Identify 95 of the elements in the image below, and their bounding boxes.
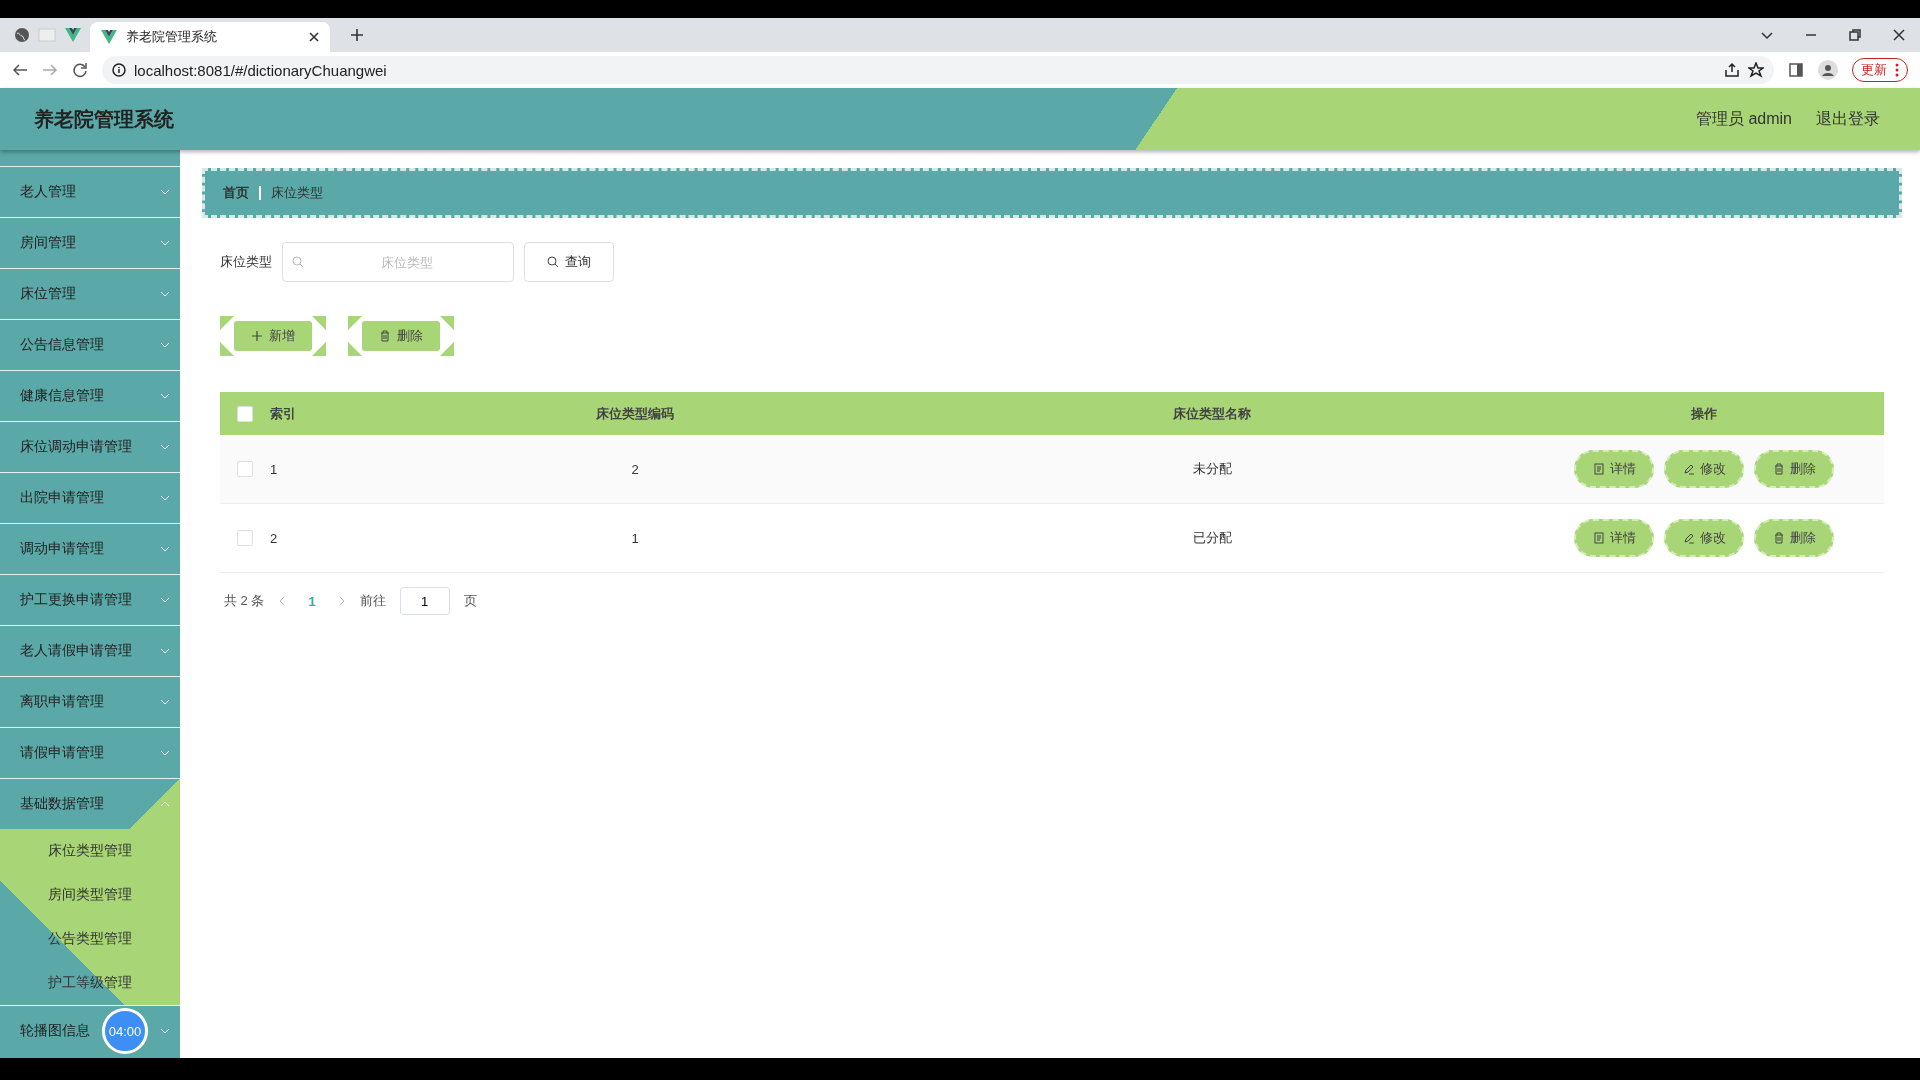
page-unit: 页 [463,592,477,610]
menu-label: 请假申请管理 [20,744,104,762]
goto-label: 前往 [359,592,386,610]
admin-username: 管理员 admin [1695,108,1792,129]
restore-icon[interactable] [1848,28,1862,42]
sidebar-menu-item[interactable]: 基础数据管理 [0,778,180,829]
table-cell-text: 1 [630,530,640,546]
chevron-down-icon [160,544,170,554]
close-icon[interactable] [1892,28,1906,42]
menu-label: 基础数据管理 [20,795,104,813]
menu-label: 老人请假申请管理 [20,642,132,660]
chevron-down-icon [160,340,170,350]
chevron-down-icon [160,187,170,197]
chevron-down-icon [160,646,170,656]
chevron-down-icon [160,289,170,299]
details-button[interactable]: 详情 [1574,519,1654,557]
menu-label: 床位调动申请管理 [20,438,132,456]
more-icon [1895,63,1899,77]
browser-tab[interactable]: 养老院管理系统 [90,22,330,52]
trash-icon [1772,463,1785,475]
side-panel-icon[interactable] [1788,62,1804,78]
row-checkbox[interactable] [237,530,253,546]
new-tab-icon[interactable] [350,28,364,42]
tab-title: 养老院管理系统 [126,28,218,46]
chevron-down-icon [160,748,170,758]
menu-label: 公告信息管理 [20,336,104,354]
document-icon [1592,463,1605,475]
table-cell-text: 未分配 [1191,460,1233,478]
breadcrumb-link[interactable]: 首页 [223,184,249,202]
search-label: 床位类型 [220,253,272,271]
plus-icon [251,330,263,342]
address-bar[interactable]: localhost:8081/#/dictionaryChuangwei [102,56,1774,84]
update-button[interactable]: 更新 [1852,58,1908,82]
search-icon [292,256,304,268]
info-icon[interactable] [112,63,126,77]
menu-label: 护工更换申请管理 [20,591,132,609]
pencil-icon [1682,463,1695,475]
globe-icon[interactable] [14,27,30,43]
menu-label: 出院申请管理 [20,489,104,507]
logout-link[interactable]: 退出登录 [1816,108,1880,130]
star-icon[interactable] [1748,62,1764,78]
menu-label: 离职申请管理 [20,693,104,711]
app-title: 养老院管理系统 [34,106,175,132]
page-input[interactable]: 1 [399,587,450,615]
menu-label: 轮播图信息 [20,1022,90,1040]
table-cell-text: 已分配 [1191,529,1233,547]
submenu-item[interactable]: 床位类型管理 [0,829,180,873]
submenu-item[interactable]: 护工等级管理 [0,961,180,1005]
vue-logo-icon[interactable] [64,26,82,44]
search-field[interactable]: 床位类型 [282,242,514,282]
menu-label: 老人管理 [20,183,76,201]
details-button[interactable]: 详情 [1574,450,1654,488]
menu-label: 健康信息管理 [20,387,104,405]
document-icon [1592,532,1605,544]
share-icon[interactable] [1724,62,1740,78]
url-text: localhost:8081/#/dictionaryChuangwei [134,61,387,79]
chevron-down-icon [160,697,170,707]
total-count: 共 2 条 [224,592,265,610]
reload-icon[interactable] [72,62,88,78]
chevron-down-icon [160,493,170,503]
column-header: 操作 [1690,404,1718,423]
back-arrow-icon[interactable] [12,62,28,78]
menu-label: 床位管理 [20,285,76,303]
chevron-down-icon [160,391,170,401]
edit-button[interactable]: 修改 [1664,519,1744,557]
menu-label: 调动申请管理 [20,540,104,558]
column-header: 床位类型编码 [595,404,675,423]
trash-icon [379,330,391,342]
select-all-checkbox[interactable] [237,405,253,422]
column-header: 索引 [270,404,297,423]
breadcrumb-current: 床位类型 [271,184,323,202]
chevron-down-icon [160,595,170,605]
column-header: 床位类型名称 [1172,404,1252,423]
profile-icon[interactable] [1818,60,1838,80]
menu-label: 房间管理 [20,234,76,252]
delete-button[interactable]: 删除 [1754,519,1834,557]
row-checkbox[interactable] [237,461,253,477]
table-cell-text: 1 [270,461,279,477]
edit-button[interactable]: 修改 [1664,450,1744,488]
table-cell-text: 2 [630,461,640,477]
chevron-down-icon [160,238,170,248]
chevron-down-icon [160,442,170,452]
query-button[interactable]: 查询 [524,242,614,282]
search-icon [547,256,559,268]
delete-button[interactable]: 删除 [1754,450,1834,488]
pencil-icon [1682,532,1695,544]
table-cell-text: 2 [270,530,279,546]
submenu-item[interactable]: 公告类型管理 [0,917,180,961]
close-icon[interactable] [308,31,320,43]
chevron-up-icon [160,799,170,809]
chevron-down-icon [160,1026,170,1036]
submenu-item[interactable]: 房间类型管理 [0,873,180,917]
trash-icon [1772,532,1785,544]
vue-logo-icon [100,28,118,46]
timer-badge: 04:00 [102,1008,148,1054]
